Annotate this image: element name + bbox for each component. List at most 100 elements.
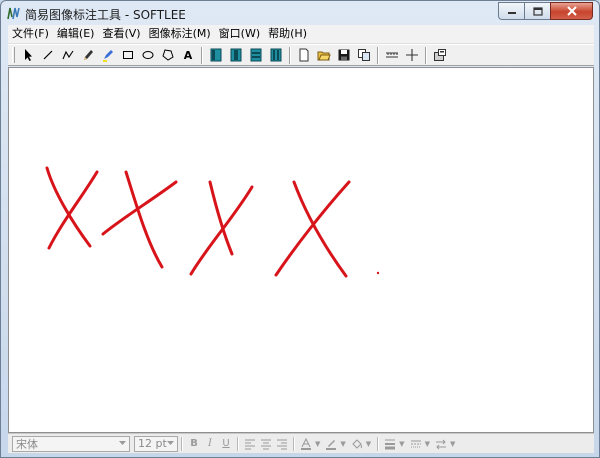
export-icon: [434, 49, 446, 61]
x-mark[interactable]: [189, 180, 254, 276]
toolbar-separator: [289, 46, 291, 64]
minimize-button[interactable]: [498, 2, 524, 20]
pencil-tool-button[interactable]: [78, 46, 98, 65]
new-file-button[interactable]: [294, 46, 314, 65]
app-window: 简易图像标注工具 - SOFTLEE 文件(F) 编辑(E) 查看(V) 图像标…: [0, 0, 600, 458]
align-center-button[interactable]: [226, 46, 246, 65]
format-separator: [293, 436, 295, 451]
menu-edit[interactable]: 编辑(E): [53, 25, 99, 43]
chevron-down-icon: [116, 437, 129, 451]
align-left-icon: [210, 48, 222, 62]
align-right-button[interactable]: [246, 46, 266, 65]
line-width-button[interactable]: [382, 436, 398, 452]
highlighter-icon: [103, 50, 113, 62]
align-text-center-button[interactable]: [258, 436, 274, 452]
toolbar-separator: [201, 46, 203, 64]
copy-icon: [358, 49, 370, 61]
align-justify-button[interactable]: [266, 46, 286, 65]
chevron-down-icon[interactable]: ▼: [366, 440, 371, 448]
close-icon: [566, 6, 577, 16]
polygon-tool-button[interactable]: [158, 46, 178, 65]
polygon-icon: [162, 49, 174, 61]
chevron-down-icon[interactable]: ▼: [450, 440, 455, 448]
chevron-down-icon: [164, 437, 177, 451]
format-separator: [237, 436, 239, 451]
menu-window[interactable]: 窗口(W): [215, 25, 264, 43]
ellipse-icon: [142, 51, 154, 59]
align-justify-icon: [270, 48, 282, 62]
annotation-layer: [45, 166, 380, 278]
format-bar: 宋体 12 pt B I U ▼ ▼ ▼ ▼ ▼ ▼: [8, 433, 594, 453]
chevron-down-icon[interactable]: ▼: [315, 440, 320, 448]
format-separator: [181, 436, 183, 451]
rectangle-icon: [123, 51, 133, 59]
font-color-button[interactable]: [298, 436, 314, 452]
ruler-button[interactable]: [382, 46, 402, 65]
align-text-right-button[interactable]: [274, 436, 290, 452]
polyline-icon: [62, 50, 74, 60]
font-name-select[interactable]: 宋体: [12, 435, 130, 452]
x-mark[interactable]: [45, 166, 99, 250]
menu-help[interactable]: 帮助(H): [264, 25, 311, 43]
font-name-value: 宋体: [16, 437, 38, 451]
chevron-down-icon[interactable]: ▼: [340, 440, 345, 448]
align-left-button[interactable]: [206, 46, 226, 65]
crosshair-icon: [406, 49, 418, 61]
title-bar[interactable]: 简易图像标注工具 - SOFTLEE: [1, 1, 599, 25]
toolbar: A: [8, 44, 594, 66]
maximize-button[interactable]: [524, 2, 550, 20]
toolbar-separator: [377, 46, 379, 64]
close-button[interactable]: [550, 2, 593, 20]
text-align-center-icon: [261, 439, 271, 449]
save-icon: [338, 49, 350, 61]
line-tool-button[interactable]: [38, 46, 58, 65]
copy-button[interactable]: [354, 46, 374, 65]
text-tool-button[interactable]: A: [178, 46, 198, 65]
minimize-icon: [507, 12, 516, 14]
save-button[interactable]: [334, 46, 354, 65]
window-title: 简易图像标注工具 - SOFTLEE: [25, 8, 186, 22]
select-arrow-icon: [25, 49, 32, 61]
export-button[interactable]: [430, 46, 450, 65]
pencil-icon: [84, 50, 93, 60]
maximize-icon: [532, 6, 543, 16]
line-style-icon: [410, 440, 421, 447]
menu-bar: 文件(F) 编辑(E) 查看(V) 图像标注(M) 窗口(W) 帮助(H): [8, 25, 594, 44]
dot[interactable]: [376, 271, 380, 275]
arrow-style-button[interactable]: [433, 436, 449, 452]
format-separator: [377, 436, 380, 451]
align-text-left-button[interactable]: [242, 436, 258, 452]
line-color-button[interactable]: [323, 436, 339, 452]
x-mark[interactable]: [274, 180, 351, 278]
highlighter-tool-button[interactable]: [98, 46, 118, 65]
chevron-down-icon[interactable]: ▼: [425, 440, 430, 448]
fill-color-button[interactable]: [349, 436, 365, 452]
underline-button[interactable]: U: [218, 436, 234, 452]
line-style-button[interactable]: [408, 436, 424, 452]
chevron-down-icon[interactable]: ▼: [399, 440, 404, 448]
text-align-right-icon: [277, 439, 287, 449]
ellipse-tool-button[interactable]: [138, 46, 158, 65]
font-color-icon: [301, 437, 311, 450]
menu-view[interactable]: 查看(V): [98, 25, 144, 43]
select-tool-button[interactable]: [18, 46, 38, 65]
rectangle-tool-button[interactable]: [118, 46, 138, 65]
drawing-canvas[interactable]: [8, 67, 594, 433]
new-file-icon: [299, 48, 309, 62]
paint-bucket-icon: [352, 438, 362, 449]
x-mark[interactable]: [101, 170, 178, 269]
menu-file[interactable]: 文件(F): [8, 25, 53, 43]
bold-button[interactable]: B: [186, 436, 202, 452]
italic-button[interactable]: I: [202, 436, 218, 452]
font-size-select[interactable]: 12 pt: [134, 435, 178, 452]
arrow-style-icon: [435, 439, 446, 449]
line-icon: [43, 50, 53, 60]
toolbar-separator: [425, 46, 427, 64]
line-width-icon: [385, 439, 396, 449]
open-folder-button[interactable]: [314, 46, 334, 65]
crosshair-button[interactable]: [402, 46, 422, 65]
caption-buttons: [498, 2, 593, 20]
polyline-tool-button[interactable]: [58, 46, 78, 65]
menu-annotate[interactable]: 图像标注(M): [145, 25, 215, 43]
toolbar-grip[interactable]: [12, 47, 15, 63]
